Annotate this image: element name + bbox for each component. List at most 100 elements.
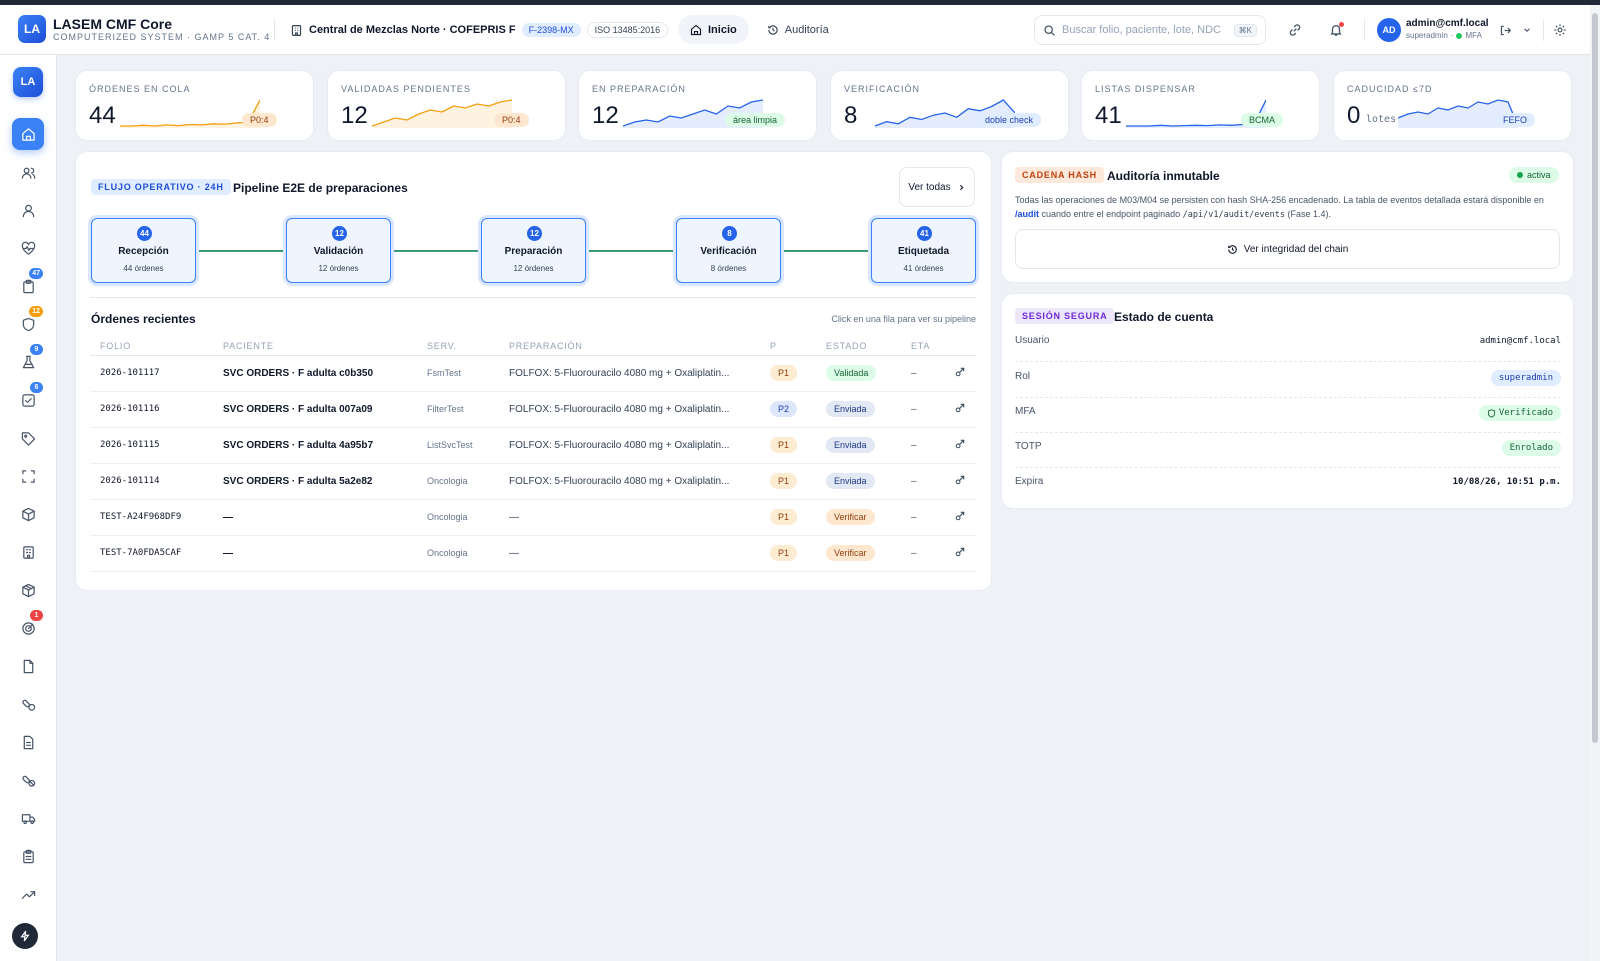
row-action-cell[interactable]: [945, 463, 976, 500]
sidebar-item-trending[interactable]: [12, 878, 44, 910]
row-action-cell[interactable]: [945, 391, 976, 428]
external-link-icon[interactable]: [955, 511, 965, 521]
priority-cell: P1: [760, 499, 816, 536]
external-link-icon[interactable]: [955, 367, 965, 377]
row-action-cell[interactable]: [945, 355, 976, 392]
sidebar-item-home[interactable]: [12, 118, 44, 150]
row-action-cell[interactable]: [945, 535, 976, 572]
audit-endpoint-code: /api/v1/audit/events: [1182, 210, 1286, 220]
folio-cell: TEST-A24F968DF9: [90, 499, 213, 536]
account-row-label: Expira: [1015, 476, 1044, 487]
kpi-card[interactable]: VERIFICACIÓN 8 doble check: [830, 70, 1069, 141]
patient-cell: SVC ORDERS · F adulta 007a09: [213, 391, 417, 428]
preparation-cell: FOLFOX: 5-Fluorouracilo 4080 mg + Oxalip…: [499, 391, 760, 428]
kpi-card[interactable]: LISTAS DISPENSAR 41 BCMA: [1081, 70, 1320, 141]
pipeline-step-verificación[interactable]: 8 Verificación 8 órdenes: [676, 218, 781, 283]
table-row[interactable]: 2026-101116 SVC ORDERS · F adulta 007a09 F…: [90, 391, 976, 428]
audit-link[interactable]: /audit: [1015, 209, 1039, 219]
table-row[interactable]: 2026-101115 SVC ORDERS · F adulta 4a95b7 L…: [90, 427, 976, 464]
scrollbar-thumb[interactable]: [1592, 13, 1598, 743]
status-cell: Validada: [816, 355, 901, 392]
sidebar-item-tag[interactable]: [12, 422, 44, 454]
sidebar-item-package[interactable]: [12, 574, 44, 606]
sidebar-item-capsule[interactable]: [12, 764, 44, 796]
bolt-icon: [20, 930, 30, 942]
sidebar-logo[interactable]: LA: [13, 67, 43, 97]
table-row[interactable]: 2026-101117 SVC ORDERS · F adulta c0b350 F…: [90, 355, 976, 392]
sidebar-item-document[interactable]: [12, 726, 44, 758]
kpi-chip: P0:4: [242, 113, 277, 127]
row-action-cell[interactable]: [945, 427, 976, 464]
pipeline-step-validación[interactable]: 12 Validación 12 órdenes: [286, 218, 391, 283]
clipboard-list-icon: [22, 849, 34, 863]
logout-button[interactable]: [1497, 22, 1513, 38]
eta-cell: –: [901, 499, 945, 536]
sidebar-item-box[interactable]: [12, 498, 44, 530]
link-button[interactable]: [1287, 22, 1303, 38]
sidebar-item-scan[interactable]: [12, 460, 44, 492]
kpi-card[interactable]: CADUCIDAD ≤7D 0 lotes FEFO: [1333, 70, 1572, 141]
sidebar-item-flask[interactable]: 9: [12, 344, 44, 378]
kpi-label: LISTAS DISPENSAR: [1095, 84, 1196, 94]
search-input[interactable]: Buscar folio, paciente, lote, NDC ⌘K: [1034, 15, 1266, 45]
user-menu-toggle[interactable]: [1519, 22, 1535, 38]
iso-badge: ISO 13485:2016: [586, 22, 669, 38]
priority-cell: P1: [760, 463, 816, 500]
account-row-label: MFA: [1015, 406, 1036, 417]
pipeline-step-etiquetada[interactable]: 41 Etiquetada 41 órdenes: [871, 218, 976, 283]
avatar[interactable]: AD: [1377, 18, 1401, 42]
pipeline-step-preparación[interactable]: 12 Preparación 12 órdenes: [481, 218, 586, 283]
sidebar-item-user[interactable]: [12, 194, 44, 226]
sidebar-item-check-square[interactable]: 6: [12, 382, 44, 416]
page-scrollbar[interactable]: [1590, 5, 1600, 961]
sidebar-item-truck[interactable]: [12, 802, 44, 834]
view-all-button[interactable]: Ver todas: [899, 167, 975, 207]
external-link-icon[interactable]: [955, 403, 965, 413]
step-subtitle: 12 órdenes: [513, 264, 554, 273]
kpi-card[interactable]: EN PREPARACIÓN 12 área limpia: [578, 70, 817, 141]
account-row-value: Verificado: [1478, 405, 1561, 421]
external-link-icon[interactable]: [955, 475, 965, 485]
sidebar-item-building[interactable]: [12, 536, 44, 568]
external-link-icon[interactable]: [955, 439, 965, 449]
sidebar-badge: 9: [30, 344, 43, 355]
preparation-cell: —: [499, 535, 760, 572]
pipeline-step-recepción[interactable]: 44 Recepción 44 órdenes: [91, 218, 196, 283]
kpi-card[interactable]: ÓRDENES EN COLA 44 P0:4: [75, 70, 314, 141]
tab-auditoria[interactable]: Auditoría: [755, 15, 841, 44]
app-logo[interactable]: LA: [18, 15, 46, 43]
sidebar-item-heart-pulse[interactable]: [12, 232, 44, 264]
table-row[interactable]: TEST-7A0FDA5CAF — Oncologia — P1 Verificar –: [90, 535, 976, 572]
priority-cell: P2: [760, 391, 816, 428]
radar-icon: [21, 621, 35, 635]
folio-cell: 2026-101117: [90, 355, 213, 392]
quick-actions-button[interactable]: [12, 923, 38, 949]
sidebar-item-shield[interactable]: 12: [12, 306, 44, 340]
status-cell: Enviada: [816, 463, 901, 500]
notifications-button[interactable]: [1328, 22, 1344, 38]
kpi-label: ÓRDENES EN COLA: [89, 84, 191, 94]
table-row[interactable]: 2026-101114 SVC ORDERS · F adulta 5a2e82 O…: [90, 463, 976, 500]
audit-status-label: activa: [1527, 170, 1551, 180]
sidebar-item-radar[interactable]: 1: [12, 610, 44, 644]
tab-inicio[interactable]: Inicio: [678, 15, 749, 44]
kpi-card[interactable]: VALIDADAS PENDIENTES 12 P0:4: [327, 70, 566, 141]
sidebar-item-users[interactable]: [12, 156, 44, 188]
row-action-cell[interactable]: [945, 499, 976, 536]
service-cell: Oncologia: [417, 535, 499, 572]
table-row[interactable]: TEST-A24F968DF9— Oncologia — P1 Verificar –: [90, 499, 976, 536]
external-link-icon[interactable]: [955, 547, 965, 557]
sidebar-item-clipboard[interactable]: 47: [12, 268, 44, 302]
verify-chain-button[interactable]: Ver integridad del chain: [1015, 229, 1560, 269]
sidebar-badge: 6: [30, 382, 43, 393]
audit-title: Auditoría inmutable: [1107, 169, 1220, 183]
sidebar-item-file[interactable]: [12, 650, 44, 682]
orders-hint: Click en una fila para ver su pipeline: [831, 314, 976, 324]
pipeline-title: Pipeline E2E de preparaciones: [233, 181, 408, 195]
step-count: 12: [527, 226, 542, 241]
settings-button[interactable]: [1552, 22, 1568, 38]
sidebar-item-clipboard-list[interactable]: [12, 840, 44, 872]
shield-icon: [22, 317, 34, 331]
sidebar-item-pills[interactable]: [12, 688, 44, 720]
status-badge: Enviada: [826, 437, 875, 453]
